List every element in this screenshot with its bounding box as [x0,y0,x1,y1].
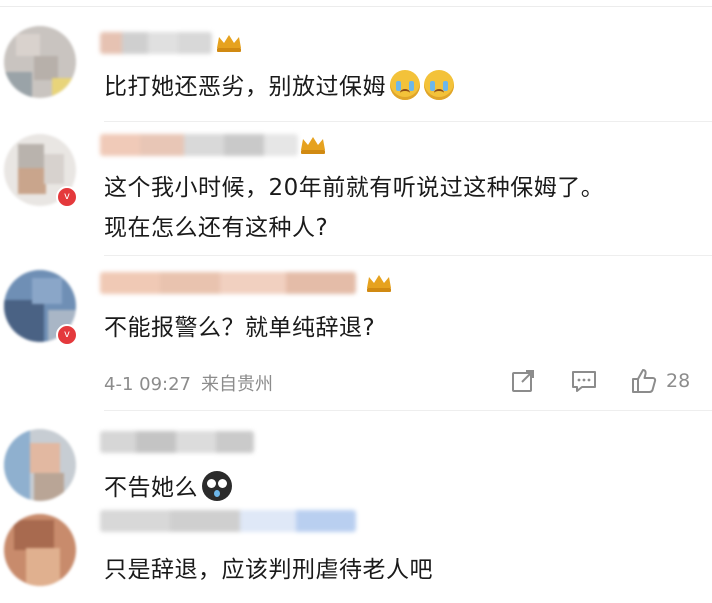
comment-item: 不告她么 [0,411,712,503]
username-blurred[interactable] [100,32,212,54]
comment-meta: 4-1 09:27 来自贵州 [104,370,273,396]
comment-button[interactable] [570,364,598,398]
comment-text: 只是辞退，应该判刑虐待老人吧 [104,557,433,583]
member-crown-icon [217,35,241,52]
like-count: 28 [666,370,691,392]
comment-item: v 这个我小时候，20年前就有听说过这种保姆了。 现在怎么还有这种人? [0,122,712,256]
comment-icon [572,371,596,392]
comment-text-line-2: 现在怎么还有这种人? [104,215,329,241]
avatar[interactable] [4,26,76,98]
like-button[interactable]: 28 [630,364,690,398]
username-blurred[interactable] [100,510,356,532]
crying-face-icon [390,70,420,100]
username-blurred[interactable] [100,134,298,156]
avatar[interactable] [4,429,76,501]
member-crown-icon [301,137,325,154]
comment-item: 只是辞退，应该判刑虐待老人吧 [0,500,712,603]
username-blurred[interactable] [100,272,356,294]
dark-face-icon [202,471,232,501]
comment-timestamp: 4-1 09:27 [104,374,191,395]
comment-text: 不能报警么？就单纯辞退? [104,315,376,341]
avatar[interactable] [4,514,76,586]
comment-text-line-1: 这个我小时候，20年前就有听说过这种保姆了。 [104,175,605,201]
verified-badge-icon: v [56,186,78,208]
share-icon [512,370,534,392]
share-button[interactable] [510,364,536,398]
crying-face-icon [424,70,454,100]
comment-item: 比打她还恶劣，别放过保姆 [0,0,712,120]
like-icon [632,369,657,393]
username-blurred[interactable] [100,431,254,453]
comment-text: 比打她还恶劣，别放过保姆 [104,70,454,103]
member-crown-icon [367,275,391,292]
verified-badge-icon: v [56,324,78,346]
comment-location: 来自贵州 [201,374,273,395]
